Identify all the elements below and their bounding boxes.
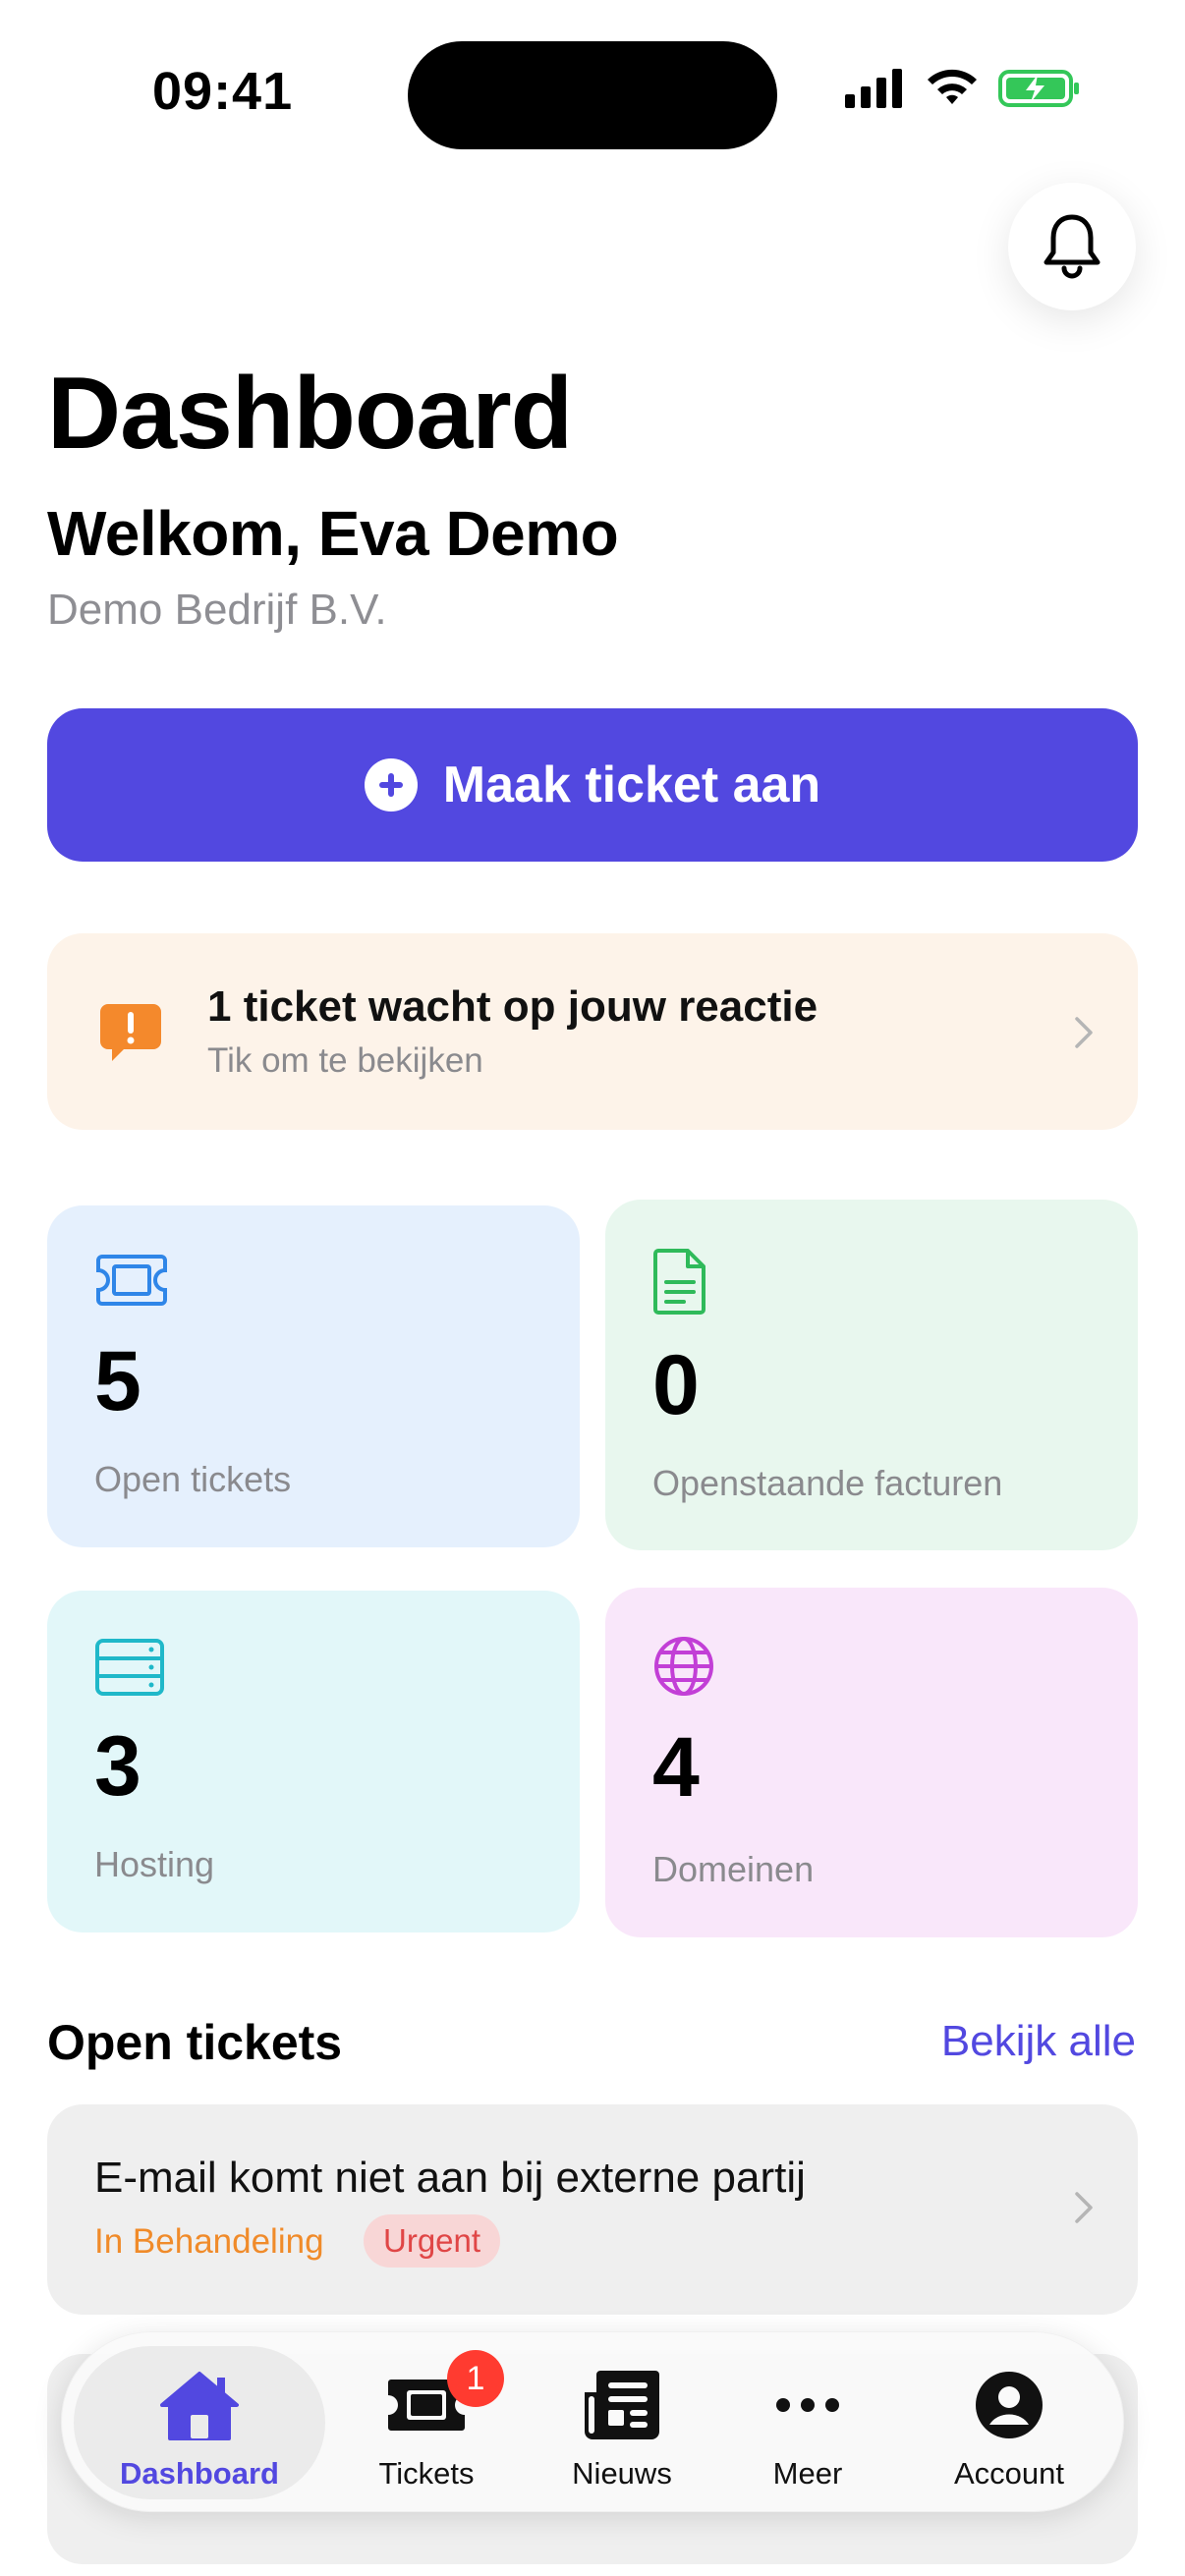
open-tickets-label: Open tickets: [94, 1459, 292, 1499]
ticket-icon: [96, 1255, 167, 1306]
exclamation-bubble-icon: [100, 1004, 161, 1061]
tickets-badge: 1: [447, 2350, 504, 2407]
invoices-label: Openstaande facturen: [652, 1463, 1003, 1503]
tab-account[interactable]: Account: [911, 2332, 1107, 2513]
server-icon: [95, 1639, 164, 1696]
cellular-signal-icon: [845, 69, 902, 108]
open-tickets-card[interactable]: 5 Open tickets: [47, 1205, 580, 1547]
tab-bar: Dashboard Tickets 1 Nieuws Meer Account: [61, 2331, 1124, 2512]
create-ticket-button[interactable]: Maak ticket aan: [47, 708, 1138, 862]
priority-badge: Urgent: [364, 2214, 501, 2268]
hosting-count: 3: [94, 1719, 141, 1814]
status-icons: [845, 69, 1081, 108]
home-icon: [160, 2372, 239, 2440]
bell-icon: [1044, 214, 1100, 279]
hosting-label: Hosting: [94, 1844, 215, 1884]
tab-label: Nieuws: [572, 2456, 672, 2491]
wifi-icon: [928, 69, 977, 104]
invoices-card[interactable]: 0 Openstaande facturen: [605, 1200, 1138, 1550]
alert-subtitle: Tik om te bekijken: [207, 1041, 483, 1080]
pending-reply-banner[interactable]: 1 ticket wacht op jouw reactie Tik om te…: [47, 933, 1138, 1130]
more-icon: [776, 2398, 839, 2412]
domains-label: Domeinen: [652, 1849, 815, 1889]
chevron-right-icon: [1075, 1017, 1093, 1048]
tab-label: Meer: [772, 2456, 843, 2491]
tab-label: Tickets: [378, 2456, 475, 2491]
status-bar: 09:41: [0, 0, 1185, 187]
hosting-card[interactable]: 3 Hosting: [47, 1591, 580, 1932]
newspaper-icon: [585, 2371, 659, 2439]
tab-label: Dashboard: [120, 2456, 279, 2491]
globe-icon: [654, 1637, 713, 1696]
company-name: Demo Bedrijf B.V.: [47, 586, 387, 634]
chevron-right-icon: [1075, 2192, 1093, 2223]
ticket-row[interactable]: E-mail komt niet aan bij externe partij …: [47, 2104, 1138, 2315]
notifications-button[interactable]: [1008, 183, 1136, 310]
plus-circle-icon: [364, 758, 418, 812]
tab-label: Account: [953, 2456, 1064, 2491]
ticket-title: E-mail komt niet aan bij externe partij: [94, 2154, 806, 2202]
welcome-heading: Welkom, Eva Demo: [47, 498, 619, 569]
ticket-status: In Behandeling: [94, 2222, 324, 2261]
tab-dashboard[interactable]: Dashboard: [74, 2332, 325, 2513]
invoices-count: 0: [652, 1338, 700, 1432]
open-tickets-count: 5: [94, 1334, 141, 1428]
domains-count: 4: [652, 1720, 700, 1815]
open-tickets-heading: Open tickets: [47, 2015, 343, 2070]
dynamic-island: [408, 41, 777, 149]
alert-title: 1 ticket wacht op jouw reactie: [207, 982, 818, 1031]
create-ticket-label: Maak ticket aan: [442, 756, 821, 813]
tab-nieuws[interactable]: Nieuws: [530, 2332, 714, 2513]
status-time: 09:41: [152, 62, 294, 121]
document-icon: [653, 1249, 705, 1315]
domains-card[interactable]: 4 Domeinen: [605, 1588, 1138, 1937]
battery-charging-icon: [998, 70, 1079, 107]
page-title: Dashboard: [47, 357, 573, 471]
tab-meer[interactable]: Meer: [726, 2332, 889, 2513]
see-all-link[interactable]: Bekijk alle: [941, 2017, 1136, 2066]
account-icon: [976, 2372, 1043, 2438]
